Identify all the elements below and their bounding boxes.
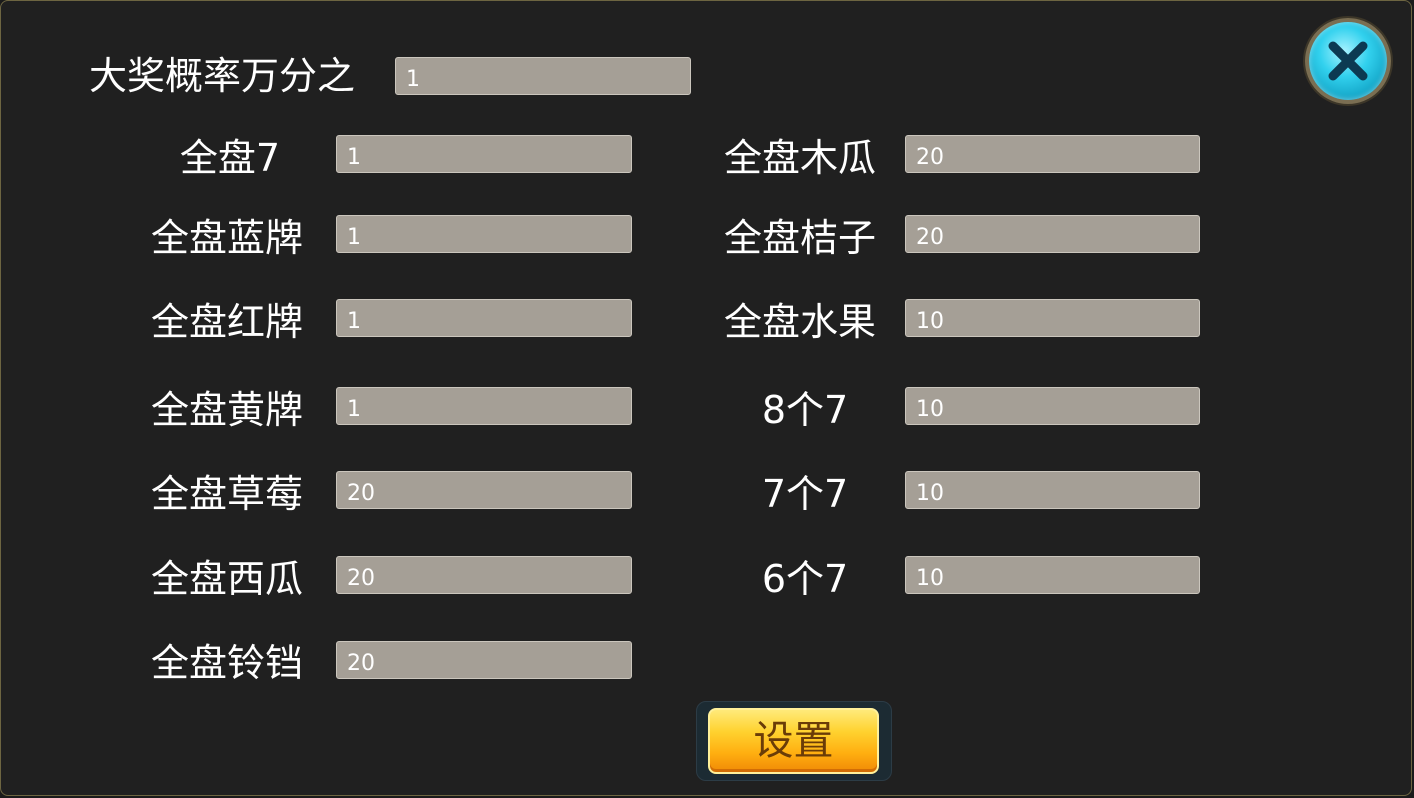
- right-label-1: 全盘桔子: [724, 216, 877, 260]
- right-input-1[interactable]: 20: [905, 215, 1200, 253]
- left-input-4[interactable]: 20: [336, 471, 632, 509]
- right-input-4[interactable]: 10: [905, 471, 1200, 509]
- settings-dialog: 大奖概率万分之 1 全盘7 1 全盘蓝牌 1 全盘红牌 1 全盘黄牌 1 全盘草…: [0, 0, 1412, 796]
- close-x-icon: [1328, 41, 1368, 81]
- left-input-6[interactable]: 20: [336, 641, 632, 679]
- left-label-0: 全盘7: [179, 136, 281, 180]
- grand-prize-input[interactable]: 1: [395, 57, 691, 95]
- right-label-3: 8个7: [761, 388, 849, 432]
- right-label-4: 7个7: [761, 472, 849, 516]
- left-label-3: 全盘黄牌: [151, 388, 304, 432]
- left-label-6: 全盘铃铛: [151, 641, 304, 685]
- right-label-2: 全盘水果: [724, 300, 877, 344]
- left-input-2[interactable]: 1: [336, 299, 632, 337]
- set-button[interactable]: 设置: [708, 708, 879, 774]
- right-input-0[interactable]: 20: [905, 135, 1200, 173]
- right-input-3[interactable]: 10: [905, 387, 1200, 425]
- left-label-5: 全盘西瓜: [151, 557, 304, 601]
- right-label-0: 全盘木瓜: [724, 136, 877, 180]
- left-label-4: 全盘草莓: [151, 472, 304, 516]
- close-button[interactable]: [1305, 18, 1391, 104]
- right-input-2[interactable]: 10: [905, 299, 1200, 337]
- grand-prize-label: 大奖概率万分之: [89, 54, 356, 98]
- left-input-1[interactable]: 1: [336, 215, 632, 253]
- left-input-5[interactable]: 20: [336, 556, 632, 594]
- left-label-2: 全盘红牌: [151, 300, 304, 344]
- left-input-3[interactable]: 1: [336, 387, 632, 425]
- left-input-0[interactable]: 1: [336, 135, 632, 173]
- right-label-5: 6个7: [761, 557, 849, 601]
- left-label-1: 全盘蓝牌: [151, 216, 304, 260]
- right-input-5[interactable]: 10: [905, 556, 1200, 594]
